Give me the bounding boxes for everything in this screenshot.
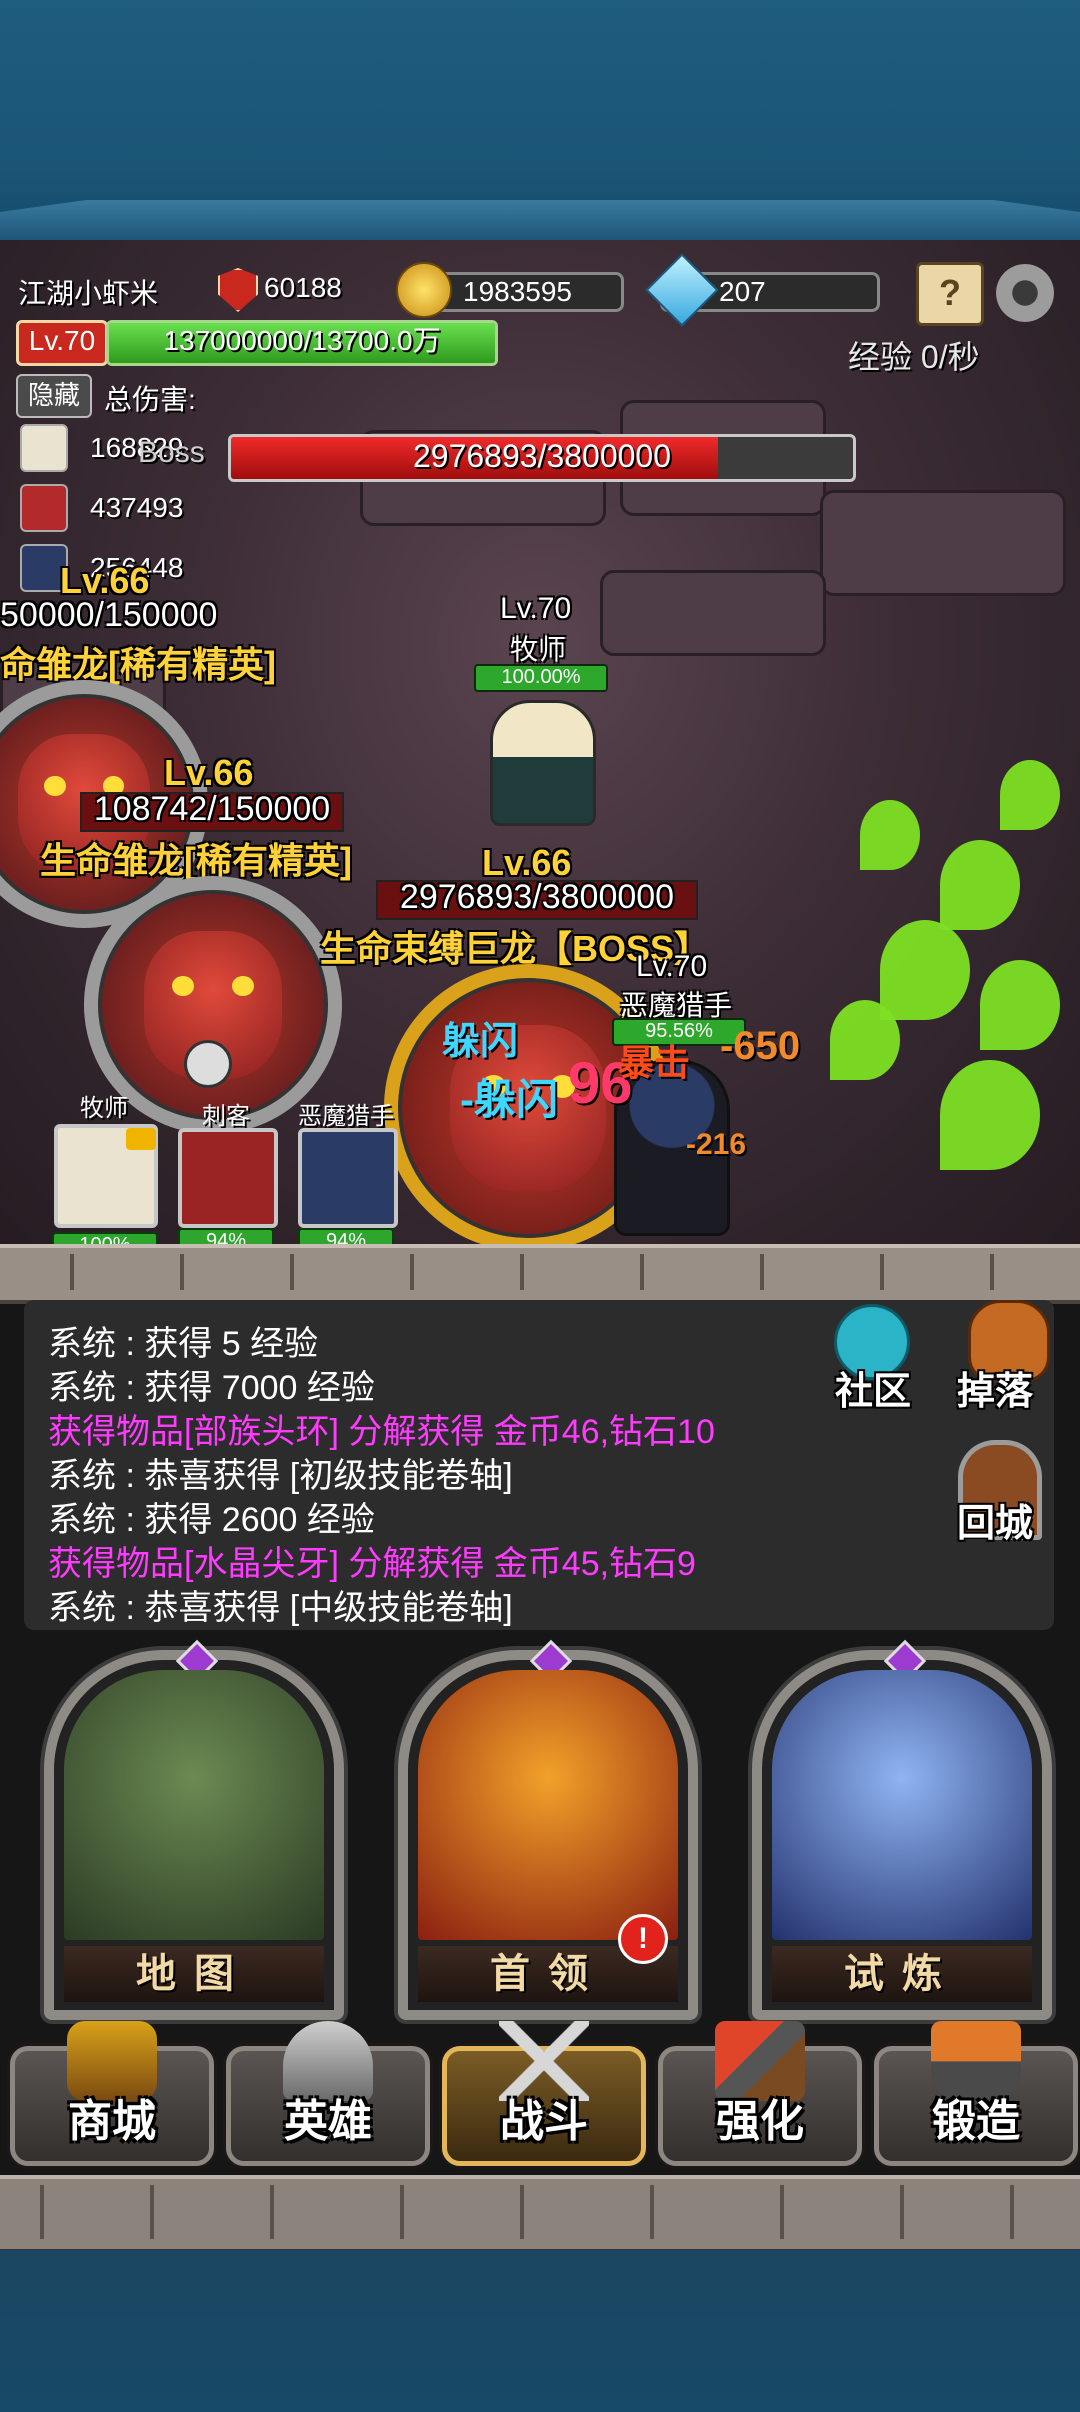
crit-text: 暴击	[618, 1042, 691, 1083]
boss-hp-bar: 2976893/3800000	[228, 434, 856, 482]
portal-trial-label: 试炼	[772, 1946, 1032, 2002]
log-line: 系统 : 获得 7000 经验	[48, 1369, 375, 1407]
log-line: 系统 : 获得 2600 经验	[48, 1501, 375, 1539]
enemy1-hp: 50000/150000	[0, 596, 218, 634]
log-line: 系统 : 恭喜获得 [中级技能卷轴]	[48, 1589, 513, 1627]
party-name-demon-hunter: 恶魔猎手	[298, 1103, 394, 1130]
party-name-assassin: 刺客	[202, 1103, 250, 1130]
nav-battle-label: 战斗	[500, 2097, 588, 2146]
drops-button[interactable]: 掉落	[940, 1360, 1050, 1415]
portal-trial[interactable]: 试炼	[752, 1639, 1052, 2020]
damage-number-1: -650	[720, 1024, 801, 1068]
boss-hp-text: 2976893/3800000	[412, 438, 672, 474]
enemy1-name: 命雏龙[稀有精英]	[0, 644, 276, 685]
boss-field-hp-bar: 2976893/3800000	[376, 878, 698, 920]
portal-map-label: 地图	[64, 1946, 324, 2002]
top-banner	[0, 0, 1080, 240]
enemy2-hp: 108742/150000	[93, 790, 331, 828]
party-card-priest[interactable]	[54, 1124, 158, 1228]
nav-shop[interactable]: 商城	[10, 2021, 214, 2166]
nav-enhance-label: 强化	[716, 2097, 804, 2146]
diamond-value: 207	[719, 276, 766, 307]
damage-value-assassin: 437493	[90, 492, 184, 523]
priest-sprite[interactable]	[490, 700, 596, 826]
log-line: 系统 : 恭喜获得 [初级技能卷轴]	[48, 1457, 513, 1495]
stone-wall	[0, 2175, 1080, 2250]
nav-enhance[interactable]: 强化	[658, 2021, 862, 2166]
portal-map[interactable]: 地图	[44, 1639, 344, 2020]
log-line: 系统 : 获得 5 经验	[48, 1325, 319, 1363]
party-name-priest: 牧师	[80, 1095, 128, 1122]
nav-heroes[interactable]: 英雄	[226, 2021, 430, 2166]
player-level-badge: Lv.70	[16, 320, 108, 366]
boss-label: Boss	[138, 436, 205, 469]
nav-heroes-label: 英雄	[284, 2097, 372, 2146]
player-name: 江湖小虾米	[18, 278, 159, 309]
gold-value: 1983595	[463, 276, 573, 307]
video-camera-icon	[126, 1128, 156, 1150]
nav-forge[interactable]: 锻造	[874, 2021, 1078, 2166]
skull-icon	[184, 1040, 232, 1088]
assassin-portrait-icon	[20, 484, 68, 532]
bottom-banner	[0, 2250, 1080, 2412]
settings-gear-icon[interactable]	[996, 264, 1054, 322]
dh-field-level: Lv.70	[636, 950, 708, 983]
return-city-button[interactable]: 回城	[940, 1492, 1050, 1547]
nav-battle[interactable]: 战斗	[442, 2021, 646, 2166]
priest-portrait-icon	[20, 424, 68, 472]
community-button[interactable]: 社区	[818, 1360, 928, 1415]
enemy2-level: Lv.66	[164, 752, 254, 793]
game-area: 江湖小虾米 60188 1983595 207 ? Lv.70 13700000…	[0, 240, 1080, 2250]
party-card-assassin[interactable]	[178, 1128, 278, 1228]
nav-forge-label: 锻造	[932, 2097, 1020, 2146]
total-damage-label: 总伤害:	[104, 384, 196, 415]
party-card-demon-hunter[interactable]	[298, 1128, 398, 1228]
enemy2-hp-bar: 108742/150000	[80, 790, 344, 832]
portal-boss[interactable]: 首领 !	[398, 1639, 698, 2020]
log-line: 获得物品[水晶尖牙] 分解获得 金币45,钻石9	[48, 1545, 696, 1583]
exp-bar: 137000000/13700.0万	[106, 320, 498, 366]
nav-shop-label: 商城	[68, 2097, 156, 2146]
log-line: 获得物品[部族头环] 分解获得 金币46,钻石10	[48, 1413, 715, 1451]
damage-number-2: -216	[686, 1128, 747, 1161]
help-book-icon[interactable]: ?	[916, 262, 984, 326]
alert-badge-icon: !	[618, 1914, 668, 1964]
stone-floor	[0, 1244, 1080, 1304]
exp-text: 137000000/13700.0万	[163, 325, 441, 356]
priest-field-level: Lv.70	[500, 592, 572, 625]
priest-field-class: 牧师	[510, 634, 567, 665]
dodge-text-2: -躲闪	[460, 1076, 558, 1123]
dodge-text-1: 躲闪	[442, 1021, 519, 1063]
power-value: 60188	[264, 272, 342, 303]
boss-field-hp: 2976893/3800000	[399, 878, 675, 916]
priest-field-hp: 100.00%	[474, 664, 608, 692]
exp-rate: 经验 0/秒	[848, 339, 980, 375]
hide-button[interactable]: 隐藏	[16, 374, 92, 418]
gold-add-icon[interactable]	[396, 262, 452, 318]
